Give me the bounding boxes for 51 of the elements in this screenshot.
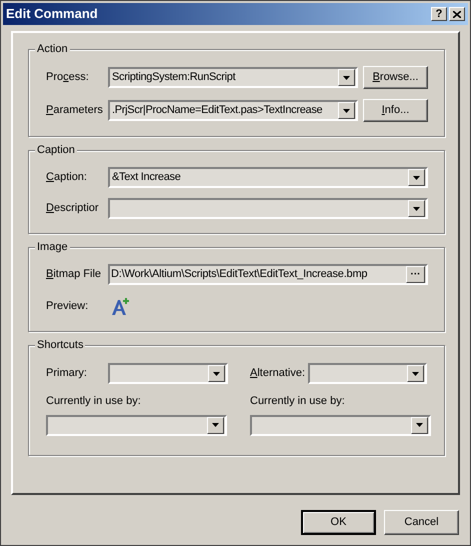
dropdown-button[interactable] — [407, 365, 424, 382]
dropdown-button[interactable] — [408, 200, 425, 217]
caret-icon — [343, 108, 350, 112]
push-button[interactable]: Info... — [363, 99, 428, 122]
combo-box[interactable]: &Text Increase — [108, 167, 428, 188]
dropdown-button[interactable] — [411, 416, 428, 434]
field-label: Currently in use by: — [250, 394, 346, 409]
caret-icon — [413, 206, 420, 210]
file-path: D:\Work\Altium\Scripts\EditText\EditText_Increase.bmp — [110, 267, 368, 282]
browse-button[interactable]: ··· — [406, 266, 425, 283]
file-field[interactable]: D:\Work\Altium\Scripts\EditText\EditText_Increase.bmp ··· — [108, 264, 428, 285]
combo-box[interactable]: .PrjScr|ProcName=EditText.pas>TextIncrease — [108, 100, 358, 121]
text-increase-icon — [111, 296, 129, 316]
caret-icon — [213, 372, 220, 376]
combo-value: &Text Increase — [112, 171, 181, 184]
close-icon — [453, 10, 461, 18]
field-label: Currently in use by: — [46, 394, 142, 409]
field-label: Parameters — [46, 103, 104, 118]
close-button[interactable] — [449, 7, 465, 21]
combo-box[interactable] — [108, 363, 228, 384]
field-label: Process: — [46, 70, 90, 86]
combo-box[interactable] — [108, 198, 428, 219]
group-title: Caption — [35, 142, 77, 158]
combo-box[interactable] — [250, 414, 431, 436]
dropdown-button[interactable] — [338, 69, 355, 86]
caret-icon — [343, 76, 350, 80]
caret-icon — [412, 372, 419, 376]
field-label: Preview: — [46, 298, 90, 314]
combo-value: ScriptingSystem:RunScript — [112, 71, 236, 84]
field-label: Primary: — [46, 366, 88, 382]
push-button[interactable]: Browse... — [363, 66, 428, 89]
caret-icon — [416, 423, 423, 427]
dropdown-button[interactable] — [338, 102, 355, 119]
dropdown-button[interactable] — [207, 416, 224, 434]
dropdown-button[interactable] — [208, 365, 225, 382]
dialog-button[interactable]: Cancel — [384, 510, 459, 535]
window-title: Edit Command — [6, 5, 99, 24]
field-label: Descriptior — [46, 201, 100, 216]
combo-box[interactable]: ScriptingSystem:RunScript — [108, 67, 358, 88]
combo-box[interactable] — [308, 363, 427, 384]
dropdown-button[interactable] — [408, 169, 425, 186]
field-label: Bitmap File — [46, 267, 102, 282]
field-label: Alternative: — [250, 366, 306, 382]
combo-box[interactable] — [46, 414, 227, 436]
caret-icon — [212, 423, 219, 427]
dialog-button[interactable]: OK — [301, 510, 376, 535]
group-title: Image — [35, 239, 70, 255]
caret-icon — [413, 176, 420, 180]
combo-value: .PrjScr|ProcName=EditText.pas>TextIncrease — [112, 104, 322, 116]
field-label: Caption: — [46, 170, 88, 186]
help-button[interactable]: ? — [431, 7, 447, 21]
